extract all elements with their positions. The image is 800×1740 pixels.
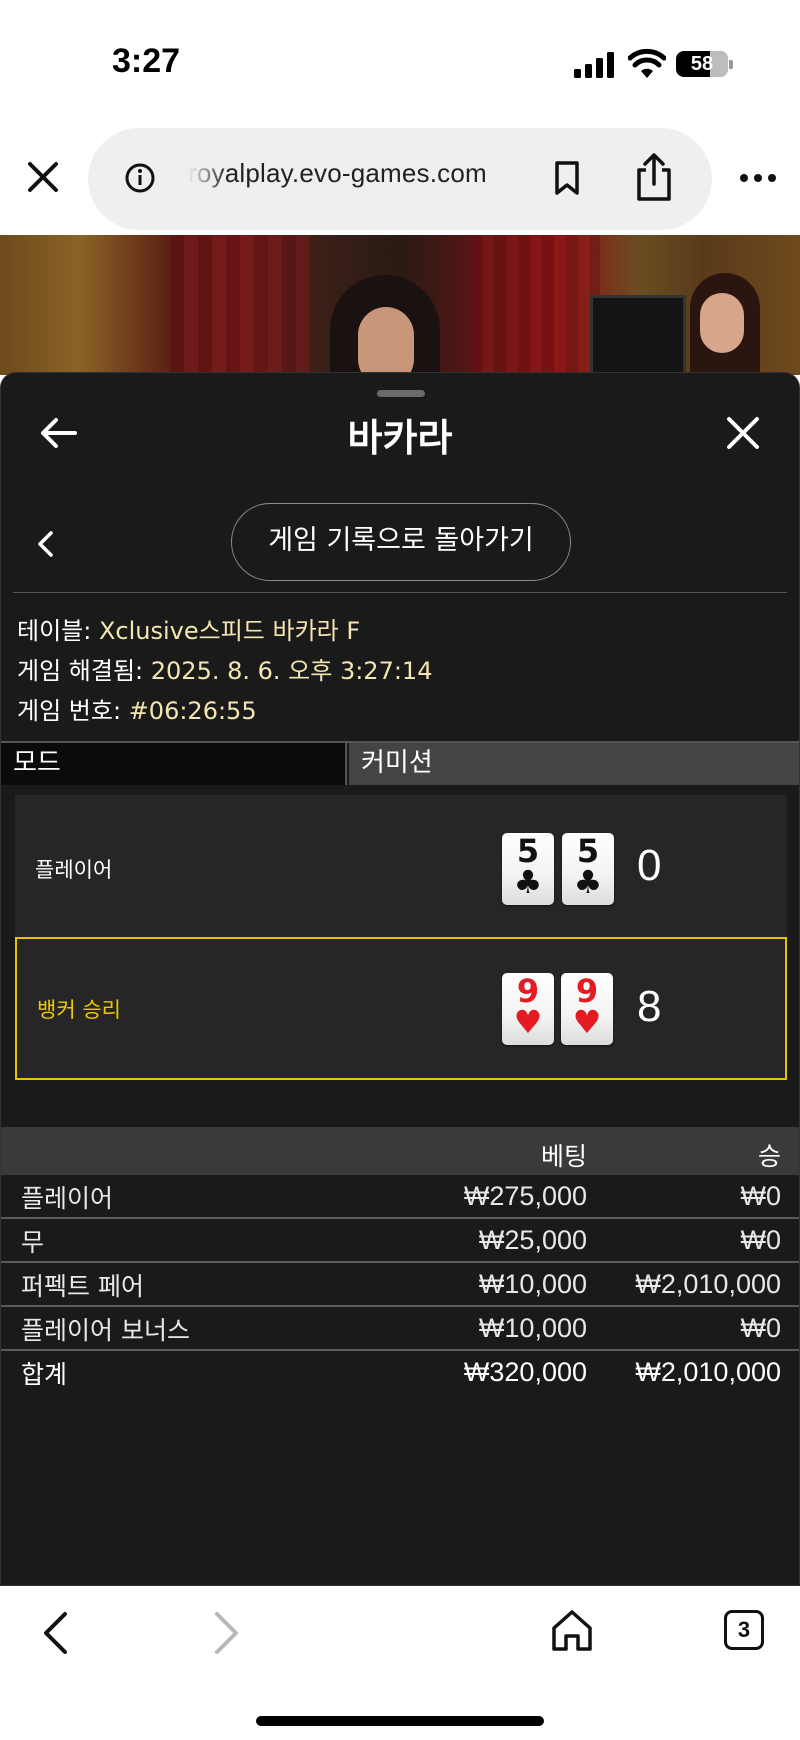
banker-score: 8 [637, 982, 662, 1031]
live-video-feed [0, 235, 800, 375]
bets-table-header: 베팅 승 [1, 1127, 799, 1175]
wifi-icon [628, 48, 666, 78]
close-icon[interactable] [26, 160, 60, 194]
game-number-info: 게임 번호: #06:26:55 [17, 697, 257, 725]
tabs-button[interactable]: 3 [724, 1610, 764, 1650]
cellular-signal-icon [574, 52, 614, 78]
banker-hand-label: 뱅커 승리 [37, 997, 121, 1022]
mode-label: 모드 [1, 743, 347, 785]
share-icon[interactable] [634, 152, 674, 202]
info-icon[interactable] [124, 162, 156, 194]
hands-area: 플레이어 5 ♣ 5 ♣ 0 뱅커 승리 9 ♥ 9 ♥ 8 [1, 785, 799, 1121]
banker-hand: 뱅커 승리 9 ♥ 9 ♥ 8 [15, 937, 787, 1080]
battery-level: 58 [690, 53, 714, 75]
total-row: 합계 ₩320,000 ₩2,010,000 [1, 1351, 799, 1393]
resolved-info: 게임 해결됨: 2025. 8. 6. 오후 3:27:14 [17, 657, 433, 685]
heart-icon: ♥ [572, 1003, 602, 1041]
mode-value: 커미션 [349, 743, 799, 785]
bookmark-icon[interactable] [554, 160, 580, 196]
drag-handle[interactable] [377, 390, 425, 397]
player-score: 0 [637, 841, 662, 890]
heart-icon: ♥ [513, 1003, 543, 1041]
player-hand: 플레이어 5 ♣ 5 ♣ 0 [15, 795, 787, 943]
back-to-history-button[interactable]: 게임 기록으로 돌아가기 [231, 503, 571, 581]
column-header-win: 승 [757, 1142, 781, 1171]
resolved-time: 2025. 8. 6. 오후 3:27:14 [150, 657, 433, 685]
club-icon: ♣ [573, 863, 603, 901]
column-header-bet: 베팅 [540, 1142, 587, 1171]
back-chevron-icon[interactable] [40, 1610, 70, 1656]
chevron-left-icon[interactable] [35, 529, 55, 559]
table-name: Xclusive스피드 바카라 F [98, 617, 361, 645]
divider [13, 592, 787, 593]
status-time: 3:27 [112, 42, 181, 80]
playing-card: 5 ♣ [502, 832, 554, 905]
battery-icon: 58 [676, 51, 728, 77]
home-icon[interactable] [550, 1608, 594, 1652]
browser-url-bar: royalplay.evo-games.com [0, 120, 800, 235]
table-row: 무 ₩25,000 ₩0 [1, 1219, 799, 1263]
playing-card: 9 ♥ [502, 972, 554, 1045]
table-row: 퍼펙트 페어 ₩10,000 ₩2,010,000 [1, 1263, 799, 1307]
address-bar[interactable]: royalplay.evo-games.com [88, 128, 712, 230]
playing-card: 5 ♣ [562, 832, 614, 905]
forward-chevron-icon[interactable] [212, 1610, 242, 1656]
close-icon[interactable] [725, 415, 761, 451]
status-bar: 3:27 58 [0, 0, 800, 120]
playing-card: 9 ♥ [561, 972, 613, 1045]
club-icon: ♣ [513, 863, 543, 901]
game-history-panel: 바카라 게임 기록으로 돌아가기 테이블: Xclusive스피드 바카라 F … [0, 372, 800, 1586]
url-text[interactable]: royalplay.evo-games.com [188, 158, 518, 189]
game-number: #06:26:55 [128, 697, 257, 725]
table-row: 플레이어 ₩275,000 ₩0 [1, 1175, 799, 1219]
more-options-icon[interactable] [738, 162, 778, 194]
table-row: 플레이어 보너스 ₩10,000 ₩0 [1, 1307, 799, 1351]
panel-title: 바카라 [347, 416, 453, 460]
browser-toolbar: 3 [0, 1586, 800, 1740]
mode-row: 모드 커미션 [1, 741, 799, 787]
home-indicator[interactable] [256, 1716, 544, 1726]
player-hand-label: 플레이어 [35, 858, 113, 882]
table-info: 테이블: Xclusive스피드 바카라 F [17, 617, 361, 645]
bets-table: 베팅 승 플레이어 ₩275,000 ₩0 무 ₩25,000 ₩0 퍼펙트 페… [1, 1127, 799, 1393]
